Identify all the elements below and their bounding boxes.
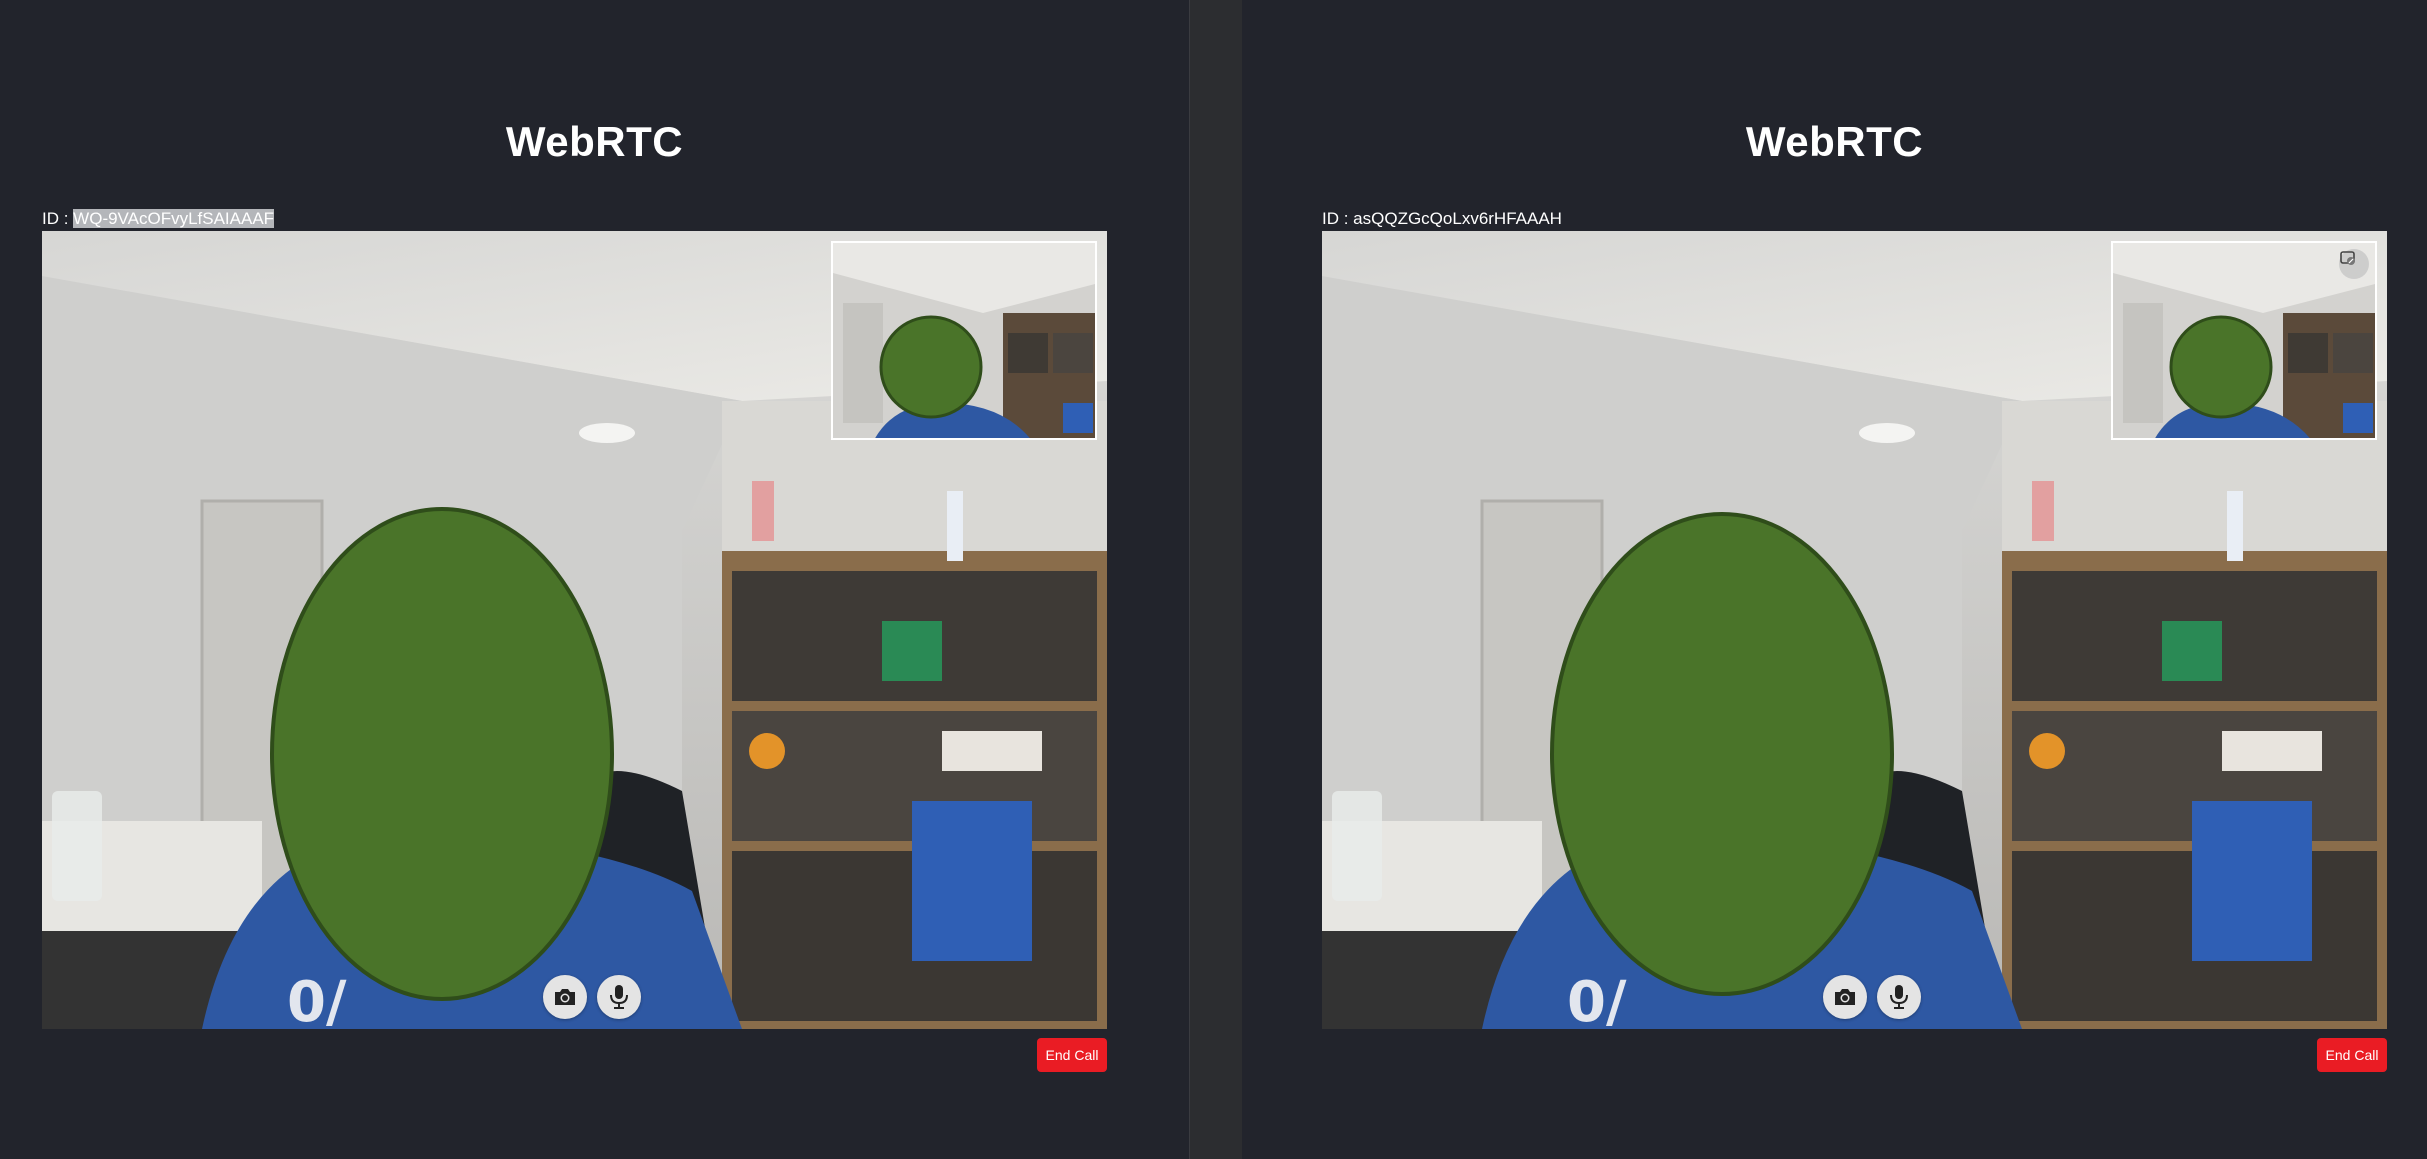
- remote-video: 0/: [42, 231, 1107, 1029]
- picture-in-picture-icon: [2340, 251, 2355, 265]
- left-peer-pane: WebRTC ID : WQ-9VAcOFvyLfSAIAAAF G: [0, 0, 1189, 1159]
- page-title: WebRTC: [1745, 118, 1924, 165]
- local-video-preview: [2111, 241, 2377, 440]
- camera-toggle-button[interactable]: [543, 975, 587, 1019]
- right-peer-pane: WebRTC ID : asQQZGcQoLxv6rHFAAAH 0/ End …: [1242, 0, 2427, 1159]
- pane-divider[interactable]: [1189, 0, 1190, 1159]
- local-video-preview: [831, 241, 1097, 440]
- camera-icon: [1835, 989, 1855, 1005]
- peer-id-value[interactable]: asQQZGcQoLxv6rHFAAAH: [1353, 209, 1562, 228]
- media-controls: [42, 975, 1107, 1019]
- picture-in-picture-toggle[interactable]: [2339, 249, 2369, 279]
- camera-icon: [555, 989, 575, 1005]
- peer-id-line: ID : WQ-9VAcOFvyLfSAIAAAF: [42, 209, 275, 229]
- peer-id-line: ID : asQQZGcQoLxv6rHFAAAH: [1322, 209, 1562, 229]
- camera-toggle-button[interactable]: [1823, 975, 1867, 1019]
- microphone-toggle-button[interactable]: [597, 975, 641, 1019]
- media-controls: [1322, 975, 2387, 1019]
- microphone-icon: [610, 985, 628, 1009]
- end-call-button[interactable]: End Call: [1037, 1038, 1107, 1072]
- page-title: WebRTC: [505, 118, 684, 165]
- end-call-button[interactable]: End Call: [2317, 1038, 2387, 1072]
- microphone-toggle-button[interactable]: [1877, 975, 1921, 1019]
- microphone-icon: [1890, 985, 1908, 1009]
- peer-id-label: ID :: [1322, 209, 1354, 228]
- remote-video: 0/: [1322, 231, 2387, 1029]
- peer-id-label: ID :: [42, 209, 74, 228]
- peer-id-value[interactable]: WQ-9VAcOFvyLfSAIAAAF: [73, 209, 275, 228]
